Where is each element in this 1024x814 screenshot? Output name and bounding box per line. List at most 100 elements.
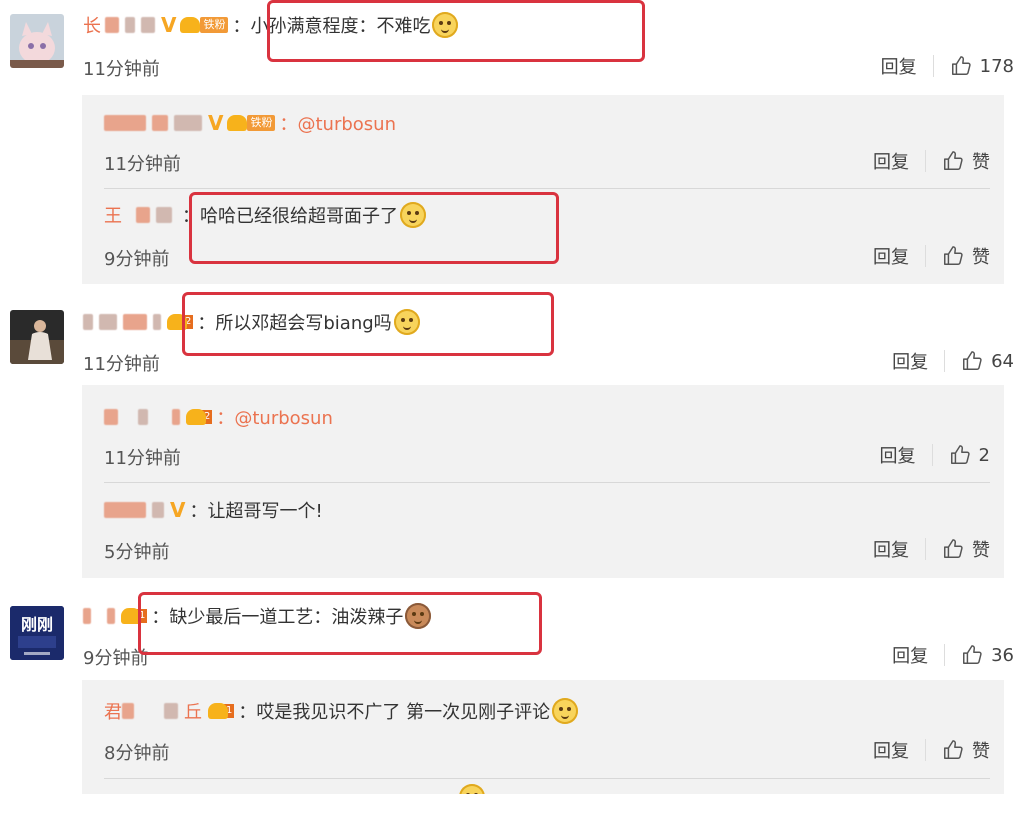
fan-badge: 1	[208, 702, 235, 720]
reply-button[interactable]: 回复	[892, 642, 928, 668]
divider	[931, 444, 933, 466]
timestamp: 11分钟前	[104, 448, 181, 469]
doge-emoji-icon	[552, 698, 579, 724]
reply-button[interactable]: 回复	[873, 148, 909, 174]
reply-actions: 回复 赞	[873, 243, 990, 269]
reply-item: 2 ：@turbosun 11分钟前 回复 2	[104, 385, 990, 482]
like-label[interactable]: 赞	[972, 243, 990, 269]
highlight-box	[138, 592, 542, 655]
divider	[925, 245, 926, 267]
reply-thread: 2 ：@turbosun 11分钟前 回复 2 V ：让超哥写一个! 5分钟前 …	[82, 385, 1004, 578]
reply-text: ：哎是我见识不广了 第一次见刚子评论	[238, 702, 551, 723]
redacted-name	[123, 314, 147, 330]
highlight-box	[189, 192, 559, 264]
reply-button[interactable]: 回复	[873, 536, 909, 562]
redacted-name	[83, 608, 91, 624]
reply-item: 君 丘 1 ：哎是我见识不广了 第一次见刚子评论 8分钟前 回复 赞	[104, 680, 990, 777]
timestamp: 9分钟前	[104, 249, 170, 270]
like-label[interactable]: 赞	[972, 148, 990, 174]
like-count: 64	[991, 350, 1014, 372]
verified-icon: V	[208, 111, 224, 135]
divider	[932, 55, 934, 77]
reply-button[interactable]: 回复	[892, 348, 928, 374]
like-icon[interactable]	[961, 644, 983, 666]
reply-actions: 回复 赞	[873, 737, 990, 763]
reply-text: ：@turbosun	[216, 408, 333, 429]
reply-text: ：@turbosun	[279, 114, 396, 135]
like-label[interactable]: 赞	[972, 737, 990, 763]
reply-item: V ：让超哥写一个! 5分钟前 回复 赞	[104, 483, 990, 578]
redacted-name	[152, 115, 168, 131]
redacted-name	[156, 207, 172, 223]
timestamp: 5分钟前	[104, 542, 170, 563]
divider	[925, 538, 926, 560]
divider	[944, 644, 946, 666]
redacted-name	[136, 207, 150, 223]
timestamp: 11分钟前	[104, 154, 181, 175]
comment-feed: 长 V 铁粉 ：小孙满意程度：不难吃 11分钟前 回复 178 V 铁粉 ：@t…	[0, 0, 1024, 814]
comment-actions: 回复 36	[892, 642, 1014, 668]
verified-icon: V	[170, 498, 186, 522]
redacted-name	[125, 17, 135, 33]
redacted-name	[104, 502, 146, 518]
svg-text:刚刚: 刚刚	[21, 615, 53, 634]
redacted-name	[107, 608, 115, 624]
like-icon[interactable]	[950, 55, 972, 77]
reply-button[interactable]: 回复	[881, 53, 917, 79]
timestamp: 11分钟前	[83, 354, 160, 375]
reply-item: V 铁粉 ：@turbosun 11分钟前 回复 赞	[104, 95, 990, 188]
comment-actions: 回复 178	[881, 53, 1014, 79]
redacted-name	[105, 17, 119, 33]
comment-actions: 回复 64	[892, 348, 1014, 374]
username[interactable]: 丘	[184, 698, 202, 724]
redacted-name	[141, 17, 155, 33]
like-label[interactable]: 赞	[972, 536, 990, 562]
timestamp: 11分钟前	[83, 59, 160, 80]
reply-text: ：让超哥写一个!	[189, 501, 323, 522]
redacted-name	[104, 409, 118, 425]
username[interactable]: 长	[83, 12, 101, 38]
like-icon[interactable]	[942, 245, 964, 267]
redacted-name	[104, 115, 146, 131]
redacted-name	[152, 502, 164, 518]
reply-button[interactable]: 回复	[873, 243, 909, 269]
reply-actions: 回复 赞	[873, 536, 990, 562]
reply-button[interactable]: 回复	[880, 442, 916, 468]
highlight-box	[267, 0, 645, 62]
redacted-name	[138, 409, 148, 425]
like-count: 178	[979, 55, 1014, 77]
like-icon[interactable]	[942, 538, 964, 560]
like-count: 36	[991, 644, 1014, 666]
like-icon[interactable]	[961, 350, 983, 372]
reply-actions: 回复 2	[880, 442, 990, 468]
like-icon[interactable]	[949, 444, 971, 466]
like-icon[interactable]	[942, 150, 964, 172]
screen-bottom-edge	[0, 794, 1024, 814]
timestamp: 8分钟前	[104, 743, 170, 764]
verified-icon: V	[161, 13, 177, 37]
redacted-name	[172, 409, 180, 425]
username[interactable]: 王	[104, 202, 122, 228]
redacted-name	[83, 314, 93, 330]
fan-badge: 2	[186, 408, 213, 426]
avatar[interactable]	[10, 14, 64, 68]
redacted-name	[153, 314, 161, 330]
username[interactable]: 君	[104, 698, 122, 724]
redacted-name	[164, 703, 178, 719]
avatar[interactable]	[10, 310, 64, 364]
like-icon[interactable]	[942, 739, 964, 761]
divider	[104, 778, 990, 779]
divider	[944, 350, 946, 372]
fan-badge: 铁粉	[227, 114, 276, 132]
reply-button[interactable]: 回复	[873, 737, 909, 763]
divider	[925, 739, 926, 761]
highlight-box	[182, 292, 554, 356]
avatar[interactable]: 刚刚	[10, 606, 64, 660]
reply-actions: 回复 赞	[873, 148, 990, 174]
divider	[925, 150, 926, 172]
redacted-name	[174, 115, 202, 131]
fan-badge: 铁粉	[180, 16, 229, 34]
like-count: 2	[978, 444, 990, 466]
redacted-name	[99, 314, 117, 330]
redacted-name	[122, 703, 134, 719]
